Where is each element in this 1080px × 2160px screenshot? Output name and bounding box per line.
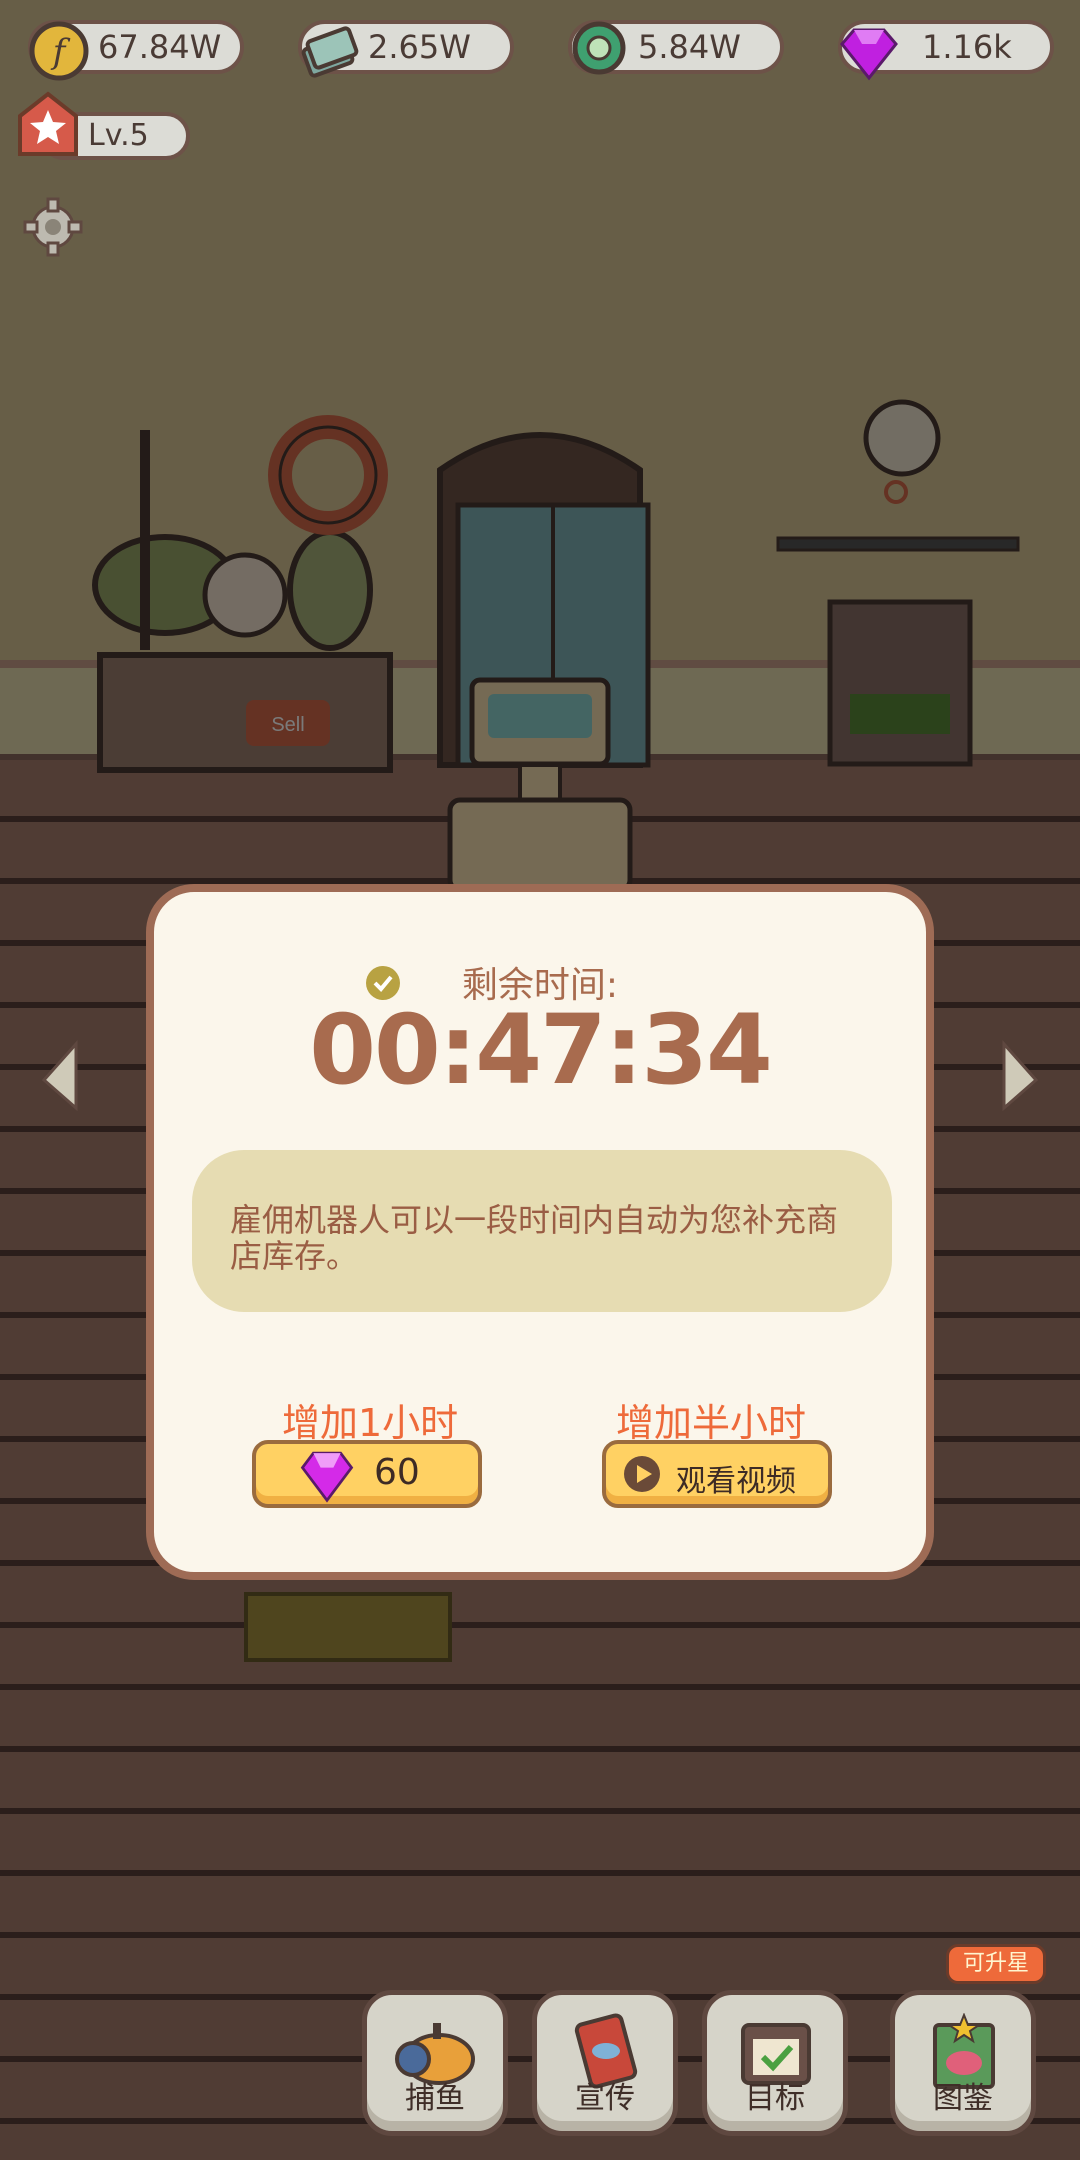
watch-video-label: 观看视频 [676,1464,796,1499]
nav-fishing-label: 捕鱼 [405,2081,465,2116]
nav-goals-button[interactable]: 目标 [702,1990,848,2136]
play-icon [624,1456,660,1492]
coin-counter[interactable]: f 67.84W [28,20,244,81]
level-text: Lv.5 [88,118,149,153]
robot-hire-dialog: 剩余时间: 00:47:34 雇佣机器人可以一段时间内自动为您补充商店库存。 增… [146,884,934,1580]
nav-catalog-button[interactable]: 图鉴 [890,1990,1036,2136]
description-box: 雇佣机器人可以一段时间内自动为您补充商店库存。 [192,1150,892,1312]
gem-counter[interactable]: 1.16k [838,20,1054,81]
settings-gear-icon[interactable] [22,196,84,258]
nav-catalog-label: 图鉴 [933,2081,993,2116]
coin-value: 67.84W [98,28,222,66]
shell-icon [572,21,626,75]
nav-fishing-button[interactable]: 捕鱼 [362,1990,508,2136]
coin-icon: f [29,21,89,81]
banknote-icon [301,26,359,78]
add-half-hour-label: 增加半小时 [616,1401,807,1445]
gem-icon [300,1451,354,1503]
banknote-counter[interactable]: 2.65W [298,20,514,78]
nav-promote-button[interactable]: 宣传 [532,1990,678,2136]
arrow-right-icon[interactable] [1000,1040,1040,1112]
add-one-hour-gem-button[interactable]: 60 [252,1440,482,1508]
gem-value: 1.16k [922,28,1012,66]
upgrade-star-badge: 可升星 [946,1944,1046,1984]
shell-counter[interactable]: 5.84W [568,20,784,75]
banknote-value: 2.65W [368,28,471,66]
gem-cost: 60 [374,1452,420,1493]
countdown-timer: 00:47:34 [309,994,773,1106]
arrow-left-icon[interactable] [40,1040,80,1112]
description-text: 雇佣机器人可以一段时间内自动为您补充商店库存。 [230,1201,839,1275]
shell-value: 5.84W [638,28,741,66]
level-star-icon [18,91,78,156]
add-one-hour-label: 增加1小时 [282,1401,459,1445]
watch-video-button[interactable]: 观看视频 [602,1440,832,1508]
nav-goals-label: 目标 [745,2081,805,2116]
nav-promote-label: 宣传 [575,2081,635,2116]
gem-icon [840,28,898,81]
